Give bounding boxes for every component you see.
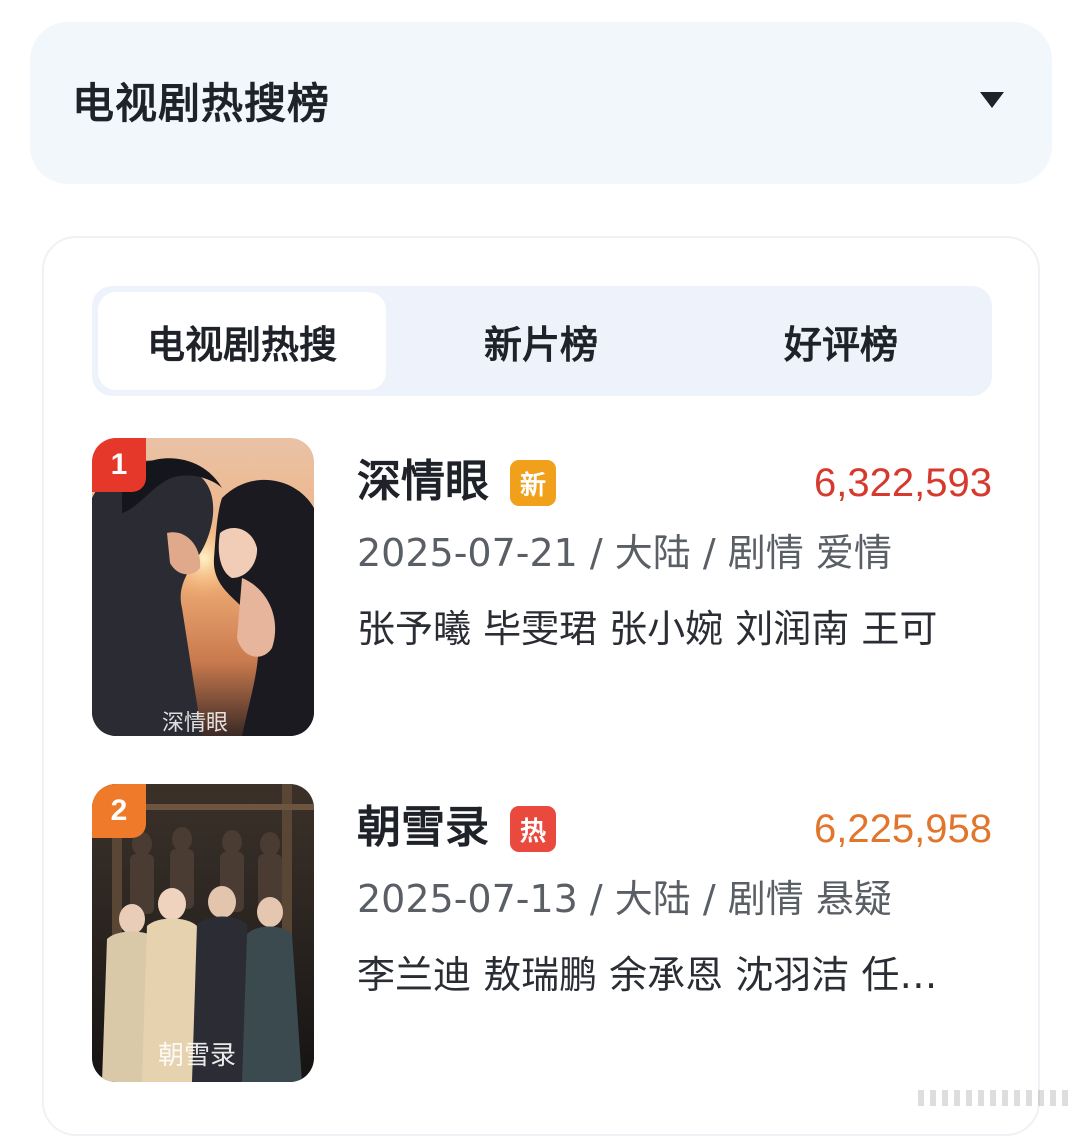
tab-top-rated[interactable]: 好评榜	[692, 292, 990, 390]
drama-meta: 2025-07-21 / 大陆 / 剧情 爱情	[357, 531, 892, 575]
hot-search-score: 6,225,958	[814, 807, 992, 851]
drama-cast: 张予曦 毕雯珺 张小婉 刘润南 王可	[357, 607, 938, 651]
chart-selector-title: 电视剧热搜榜	[72, 79, 331, 128]
rank-badge: 2	[92, 784, 146, 838]
hot-search-score: 6,322,593	[814, 461, 992, 505]
drama-cast: 李兰迪 敖瑞鹏 余承恩 沈羽洁 任…	[357, 953, 938, 997]
drama-meta: 2025-07-13 / 大陆 / 剧情 悬疑	[357, 877, 892, 921]
watermark	[918, 1090, 1068, 1106]
poster-romance-image[interactable]: 深情眼 1	[92, 438, 314, 736]
chart-selector-dropdown[interactable]: 电视剧热搜榜	[30, 22, 1052, 184]
drama-title[interactable]: 朝雪录	[357, 798, 489, 858]
poster-costume-drama-image[interactable]: 朝雪录 2	[92, 784, 314, 1082]
new-badge: 新	[510, 460, 556, 506]
tab-new-releases[interactable]: 新片榜	[392, 292, 690, 390]
list-item[interactable]: 朝雪录 2 朝雪录 热 6,225,958 2025-07-13 / 大陆 / …	[92, 784, 992, 1084]
caret-down-icon[interactable]	[980, 92, 1004, 108]
tab-tv-hot-search[interactable]: 电视剧热搜	[98, 292, 386, 390]
ranking-tabs: 电视剧热搜 新片榜 好评榜	[92, 286, 992, 396]
hot-badge: 热	[510, 806, 556, 852]
svg-text:深情眼: 深情眼	[162, 711, 228, 736]
list-item[interactable]: 深情眼 1 深情眼 新 6,322,593 2025-07-21 / 大陆 / …	[92, 438, 992, 738]
ranking-card: 电视剧热搜 新片榜 好评榜 深情眼 1 深情眼 新 6,322,593 2025…	[42, 236, 1040, 1136]
svg-text:朝雪录: 朝雪录	[158, 1041, 236, 1071]
drama-title[interactable]: 深情眼	[357, 452, 489, 512]
rank-badge: 1	[92, 438, 146, 492]
